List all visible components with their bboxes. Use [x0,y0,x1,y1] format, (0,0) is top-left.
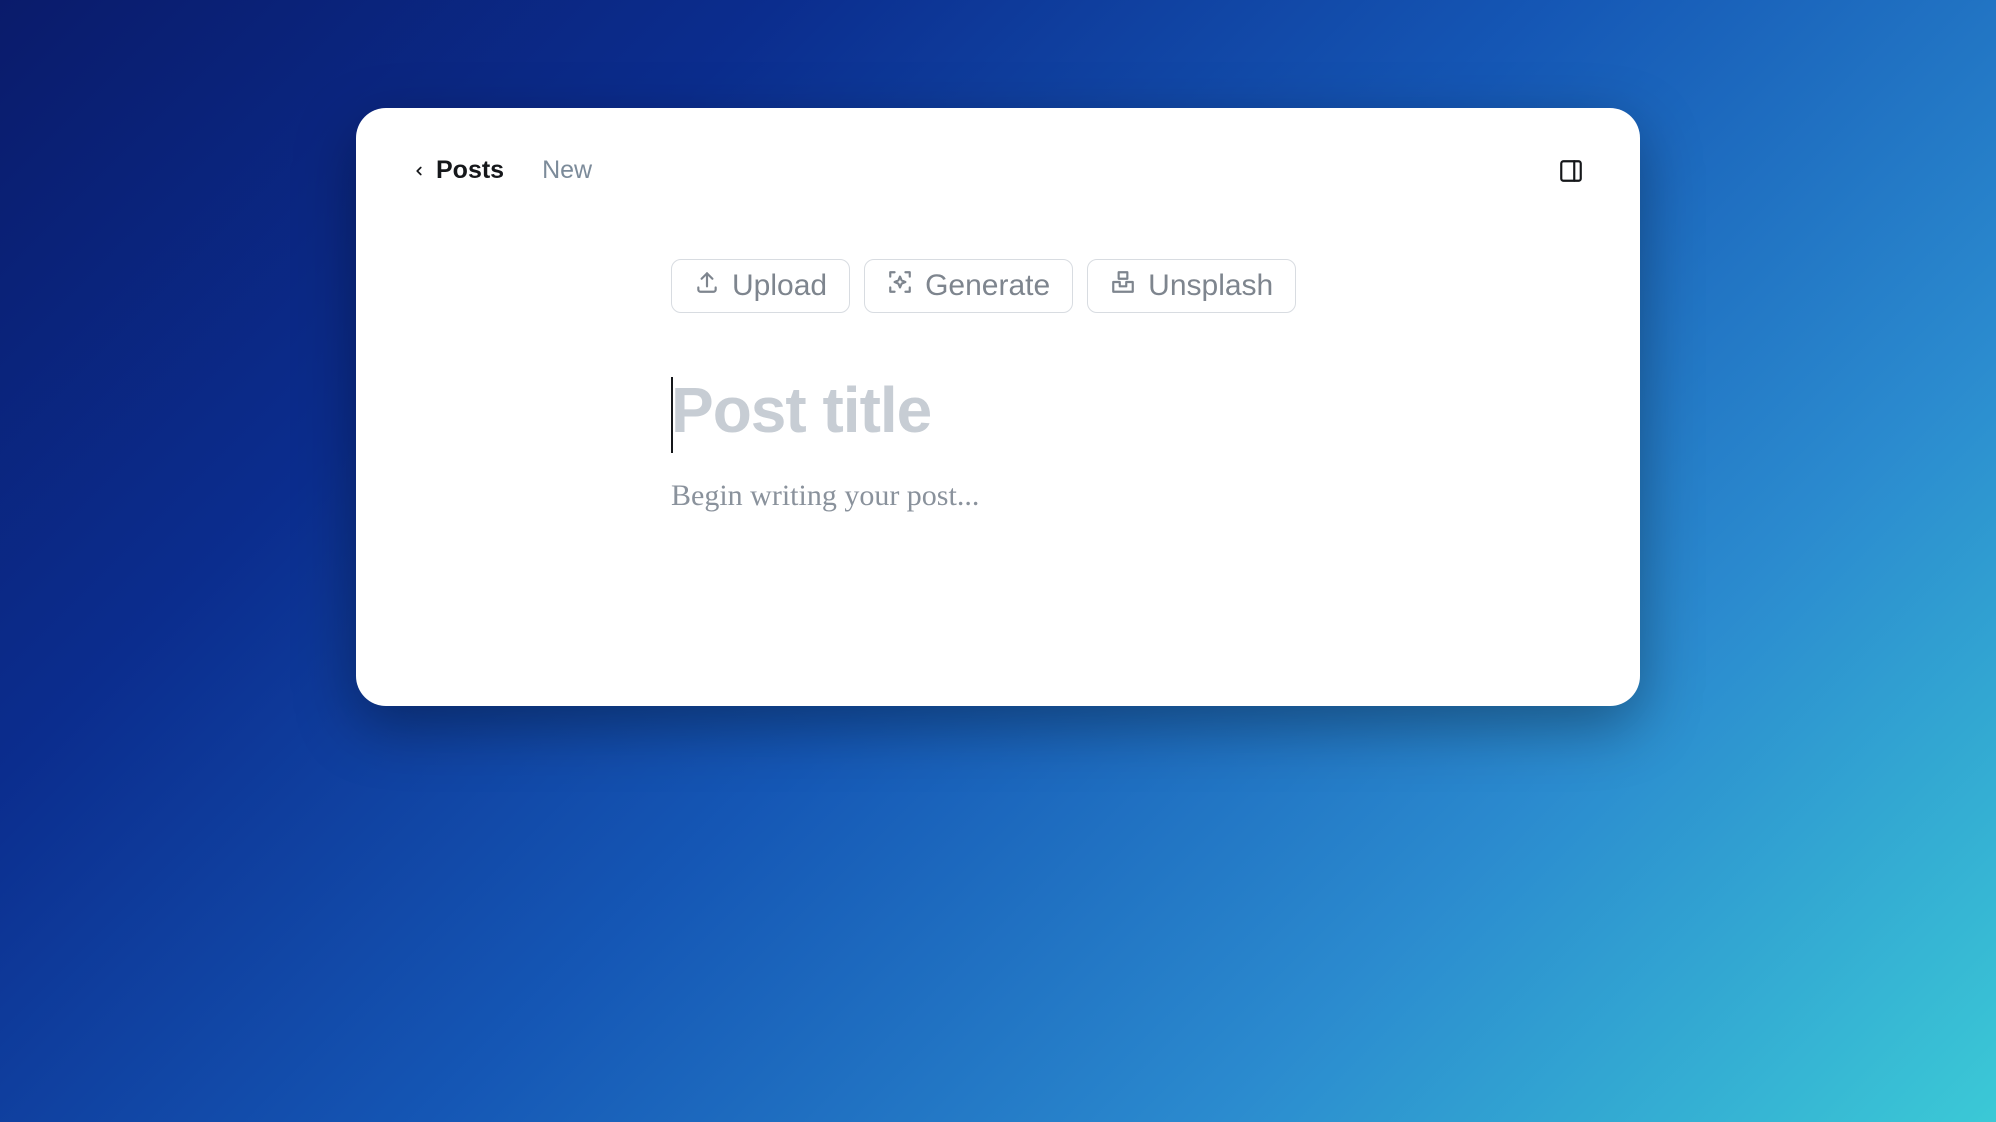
breadcrumb: Posts New [412,156,592,185]
post-body-input[interactable] [671,479,1471,581]
unsplash-button[interactable]: Unsplash [1087,259,1296,313]
breadcrumb-posts-link[interactable]: Posts [436,156,504,185]
editor-content: Upload Generate [671,259,1584,586]
generate-button-label: Generate [925,268,1050,304]
unsplash-icon [1110,268,1136,304]
sparkle-icon [887,268,913,304]
chevron-left-icon[interactable] [412,160,426,182]
title-field-wrapper [671,373,1584,447]
editor-card: Posts New Upload [356,108,1640,706]
post-title-input[interactable] [671,373,1471,447]
upload-button-label: Upload [732,268,827,304]
side-panel-toggle-icon[interactable] [1558,158,1584,184]
unsplash-button-label: Unsplash [1148,268,1273,304]
topbar: Posts New [412,156,1584,185]
generate-button[interactable]: Generate [864,259,1073,313]
image-source-buttons: Upload Generate [671,259,1584,313]
text-caret [671,377,673,453]
upload-button[interactable]: Upload [671,259,850,313]
upload-icon [694,268,720,304]
breadcrumb-current: New [542,156,592,185]
body-field-wrapper [671,479,1584,586]
